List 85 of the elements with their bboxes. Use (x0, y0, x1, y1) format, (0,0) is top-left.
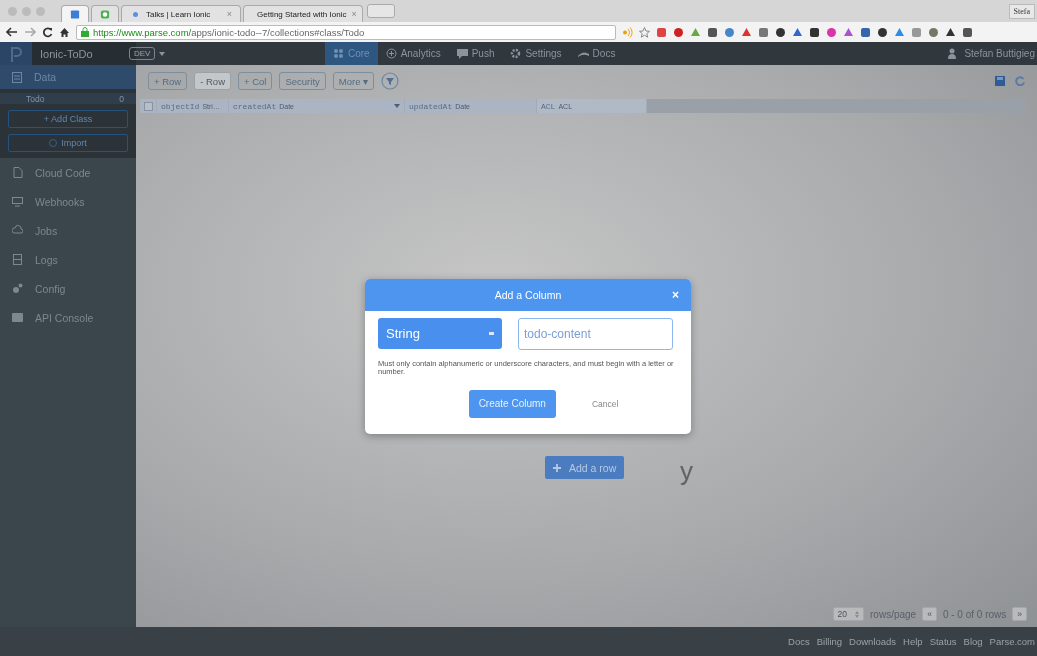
select-all-checkbox[interactable] (144, 101, 153, 111)
close-icon[interactable]: × (351, 9, 357, 19)
toolbar-button[interactable]: More ▾ (332, 72, 375, 90)
create-column-button[interactable]: Create Column (468, 389, 556, 418)
person-icon (948, 48, 957, 59)
profile-button[interactable]: Stefa (1008, 3, 1035, 19)
close-button[interactable]: × (672, 288, 679, 302)
close-icon[interactable]: × (226, 9, 232, 19)
nav-tab[interactable]: Push (448, 42, 503, 65)
rows-per-page-label: rows/page (870, 608, 917, 620)
add-row-button[interactable]: Add a row (545, 456, 625, 479)
back-icon[interactable] (6, 27, 18, 37)
browser-tab[interactable] (91, 5, 119, 22)
toolbar-button[interactable]: Security (279, 72, 326, 90)
extension-icon[interactable] (707, 26, 718, 38)
file-icon (12, 167, 23, 178)
plus-icon (553, 463, 561, 472)
extension-icon[interactable] (877, 26, 888, 38)
footer-link[interactable]: Billing (816, 636, 843, 647)
footer-link[interactable]: Docs (788, 636, 810, 647)
home-icon[interactable] (59, 26, 70, 38)
favicon-icon (70, 8, 80, 20)
plus-circle-icon (385, 48, 397, 59)
nav-tab[interactable]: Docs (569, 42, 624, 65)
filter-icon[interactable] (381, 72, 400, 90)
user-name[interactable]: Stefan Buttigieg (964, 48, 1035, 59)
toolbar-button[interactable]: + Row (148, 72, 188, 90)
class-name[interactable]: Todo (26, 94, 45, 104)
type-dropdown[interactable]: String (378, 318, 502, 349)
cancel-button[interactable]: Cancel (585, 397, 625, 410)
sidebar-item[interactable]: Jobs (0, 216, 136, 245)
logo-icon (10, 45, 22, 62)
tab-title: Getting Started with Ionic (257, 9, 347, 19)
footer-link[interactable]: Blog (963, 636, 983, 647)
footer-link[interactable]: Help (903, 636, 923, 647)
save-icon[interactable] (995, 76, 1005, 86)
audio-icon[interactable] (622, 26, 633, 38)
sidebar-item[interactable]: Cloud Code (0, 158, 136, 187)
browser-tab[interactable]: Talks | Learn Ionic × (121, 5, 241, 22)
updown-icon (855, 610, 860, 618)
sidebar-section[interactable]: Data (0, 65, 136, 89)
server-icon (12, 254, 23, 265)
extension-icon[interactable] (809, 26, 820, 38)
tab-title: Talks | Learn Ionic (146, 9, 212, 19)
cloud-icon (12, 225, 23, 236)
extension-icon[interactable] (860, 26, 871, 38)
sidebar-item[interactable]: Logs (0, 245, 136, 274)
grid-icon (332, 48, 344, 59)
nav-tab[interactable]: Core (324, 42, 378, 65)
add-class-button[interactable]: + Add Class (8, 110, 128, 128)
reload-icon[interactable] (42, 26, 53, 38)
sidebar-item[interactable]: API Console (0, 303, 136, 332)
toolbar-button[interactable]: + Col (238, 72, 273, 90)
footer-link[interactable]: Parse.com (989, 636, 1035, 647)
favicon-icon (100, 8, 110, 20)
footer-link[interactable]: Status (929, 636, 957, 647)
speech-bubble-icon (456, 48, 468, 59)
page-size-select[interactable]: 20 (832, 607, 865, 621)
previous-page-button[interactable]: « (922, 607, 937, 621)
bookmark-star-icon[interactable] (639, 26, 650, 38)
browser-tab[interactable]: Getting Started with Ionic × (243, 5, 363, 22)
url-text: https://www.parse.com/apps/ionic-todo--7/collections#class/Todo (93, 26, 365, 38)
list-icon (12, 71, 22, 83)
column-name-field[interactable]: todo-content (518, 318, 673, 350)
dialog-title: Add a Column (494, 289, 562, 301)
footer-link[interactable]: Downloads (849, 636, 897, 647)
empty-state-text: y (680, 456, 693, 487)
extension-icon[interactable] (945, 26, 956, 38)
monitor-icon (12, 196, 23, 207)
extension-icon[interactable] (775, 26, 786, 38)
sidebar-item[interactable]: Config (0, 274, 136, 303)
extension-icon[interactable] (962, 26, 973, 38)
import-button[interactable]: Import (8, 134, 128, 152)
nav-tab[interactable]: Settings (502, 42, 570, 65)
lock-icon (81, 27, 89, 37)
browser-tab[interactable] (61, 5, 89, 22)
extension-icon[interactable] (673, 26, 684, 38)
sidebar-item[interactable]: Webhooks (0, 187, 136, 216)
nav-tab[interactable]: Analytics (377, 42, 449, 65)
address-field[interactable]: https://www.parse.com/apps/ionic-todo--7/collections#class/Todo (76, 24, 616, 40)
class-count: 0 (119, 94, 124, 104)
next-page-button[interactable]: » (1012, 607, 1027, 621)
environment-dropdown[interactable]: DEV (129, 47, 156, 60)
extension-icon[interactable] (792, 26, 803, 38)
forward-icon[interactable] (24, 27, 36, 37)
